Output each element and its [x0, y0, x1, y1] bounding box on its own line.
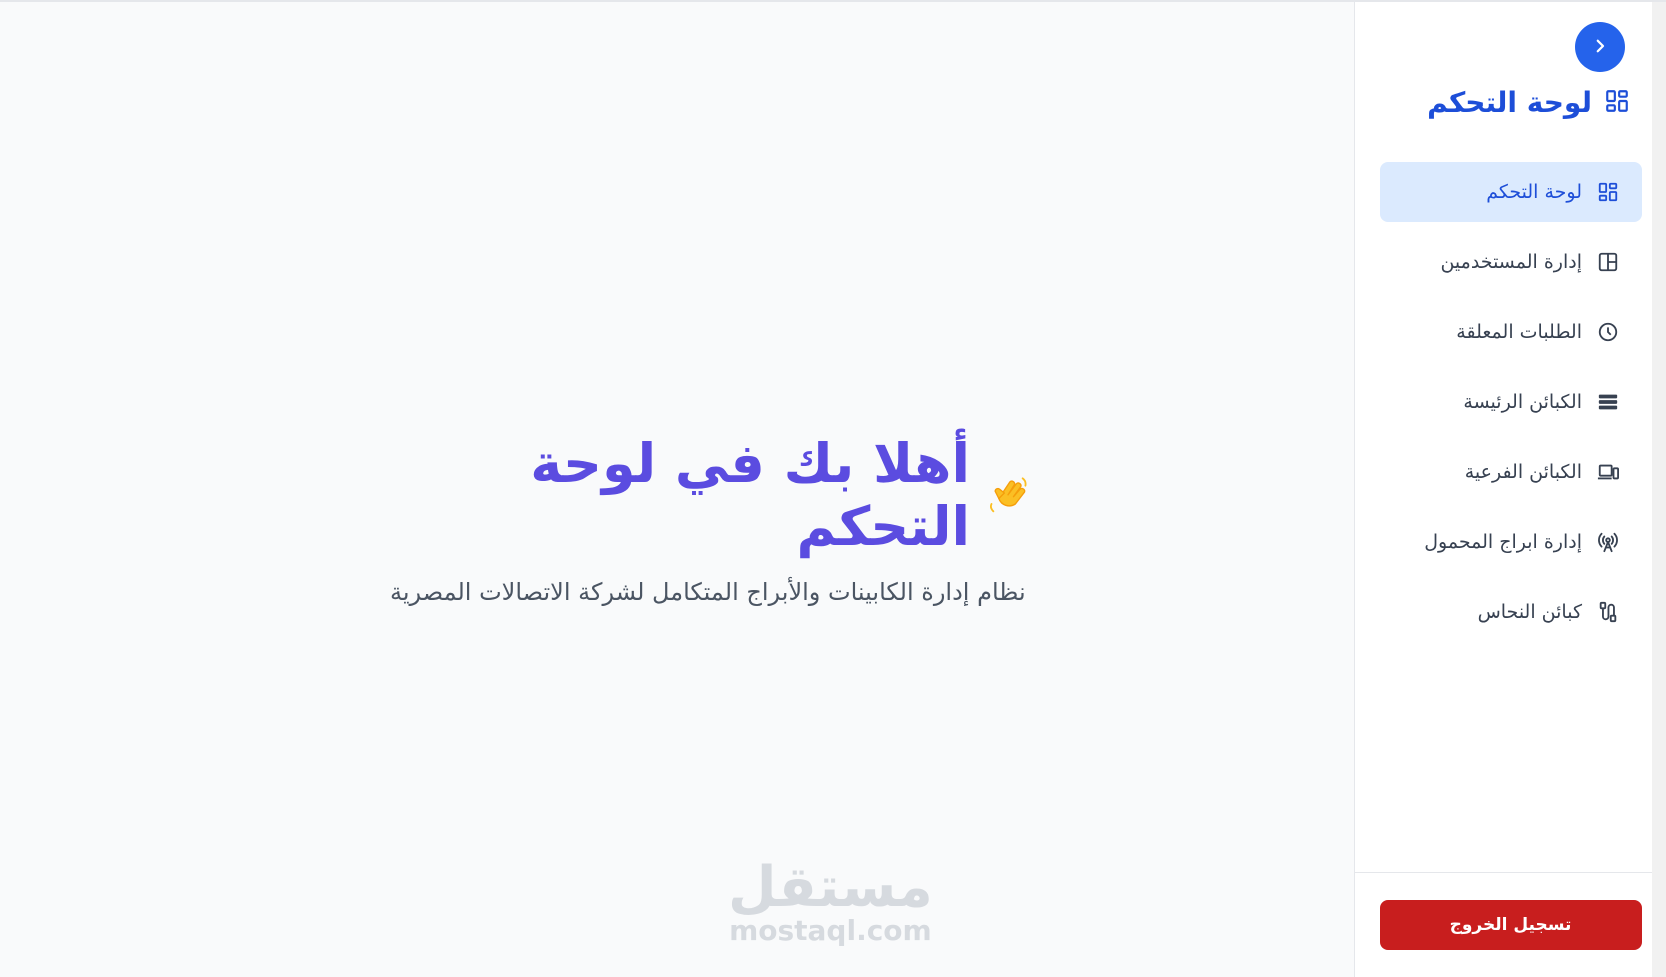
server-rack-icon — [1596, 390, 1620, 414]
antenna-tower-icon — [1596, 530, 1620, 554]
page-scrollbar[interactable] — [1652, 2, 1666, 977]
sidebar-item-sub-cabinets[interactable]: الكبائن الفرعية — [1380, 442, 1642, 502]
chevron-right-icon — [1591, 37, 1609, 58]
waving-hand-icon — [986, 471, 1030, 519]
devices-icon — [1596, 460, 1620, 484]
sidebar-item-mobile-towers[interactable]: إدارة ابراج المحمول — [1380, 512, 1642, 572]
sidebar-item-label: كبائن النحاس — [1477, 601, 1582, 623]
watermark-arabic: مستقل — [728, 855, 933, 920]
sidebar: لوحة التحكم لوحة التحكم إدارة المستخدمين… — [1354, 2, 1666, 977]
sidebar-collapse-button[interactable] — [1575, 22, 1625, 72]
page-subtitle: نظام إدارة الكابينات والأبراج المتكامل ل… — [390, 578, 1026, 606]
layout-panel-icon — [1596, 250, 1620, 274]
clock-icon — [1596, 320, 1620, 344]
logout-button[interactable]: تسجيل الخروج — [1379, 900, 1642, 950]
sidebar-footer: تسجيل الخروج — [1355, 872, 1666, 977]
sidebar-brand: لوحة التحكم — [1427, 86, 1630, 119]
hero-heading: أهلا بك في لوحة التحكم — [390, 432, 1030, 558]
page-title: أهلا بك في لوحة التحكم — [530, 432, 970, 558]
dashboard-grid-icon — [1596, 180, 1620, 204]
sidebar-item-label: الطلبات المعلقة — [1456, 321, 1582, 343]
app-root: لوحة التحكم لوحة التحكم إدارة المستخدمين… — [0, 0, 1666, 977]
sidebar-nav: لوحة التحكم إدارة المستخدمين الطلبات الم… — [1380, 162, 1642, 652]
sidebar-item-dashboard[interactable]: لوحة التحكم — [1380, 162, 1642, 222]
cable-icon — [1596, 600, 1620, 624]
sidebar-item-users[interactable]: إدارة المستخدمين — [1380, 232, 1642, 292]
main-content: أهلا بك في لوحة التحكم نظام إدارة الكابي… — [0, 2, 1354, 977]
sidebar-item-pending-requests[interactable]: الطلبات المعلقة — [1380, 302, 1642, 362]
watermark-latin: mostaql.com — [729, 914, 932, 947]
sidebar-item-label: إدارة المستخدمين — [1440, 251, 1582, 273]
sidebar-item-label: لوحة التحكم — [1486, 181, 1582, 203]
welcome-hero: أهلا بك في لوحة التحكم نظام إدارة الكابي… — [390, 432, 1030, 606]
watermark-logo: مستقل mostaql.com — [728, 860, 933, 946]
sidebar-brand-title: لوحة التحكم — [1427, 86, 1592, 119]
sidebar-item-label: الكبائن الفرعية — [1464, 461, 1582, 483]
sidebar-item-label: الكبائن الرئيسة — [1463, 391, 1582, 413]
dashboard-grid-icon — [1604, 88, 1630, 118]
sidebar-item-main-cabinets[interactable]: الكبائن الرئيسة — [1380, 372, 1642, 432]
sidebar-item-copper-cabinets[interactable]: كبائن النحاس — [1380, 582, 1642, 642]
sidebar-item-label: إدارة ابراج المحمول — [1424, 531, 1582, 553]
